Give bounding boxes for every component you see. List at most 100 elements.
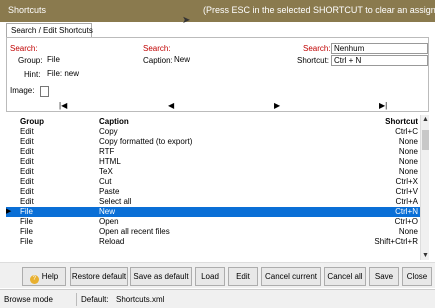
search-label-1: Search: xyxy=(10,44,38,53)
row-shortcut-cell: Ctrl+A xyxy=(395,197,418,206)
row-group-cell: File xyxy=(20,217,33,226)
column-header-shortcut[interactable]: Shortcut xyxy=(385,117,418,126)
hint-field[interactable]: File: new xyxy=(45,69,428,80)
image-file-icon[interactable] xyxy=(40,86,49,97)
table-row[interactable]: File Open all recent files None xyxy=(6,227,420,237)
row-shortcut-cell: Ctrl+X xyxy=(395,177,418,186)
scroll-down-icon[interactable]: ▼ xyxy=(422,252,429,259)
search-label-3: Search: xyxy=(303,44,331,53)
row-caption-cell: Cut xyxy=(99,177,112,186)
help-button[interactable]: ? Help xyxy=(22,267,66,286)
row-caption-cell: Copy xyxy=(99,127,118,136)
row-caption-cell: HTML xyxy=(99,157,121,166)
search-input-3[interactable]: Nenhum xyxy=(331,43,428,54)
row-group-cell: File xyxy=(20,207,33,216)
table-row[interactable]: Edit Paste Ctrl+V xyxy=(6,187,420,197)
nav-last-button[interactable]: ▶| xyxy=(379,101,387,110)
window-titlebar[interactable]: Shortcuts (Press ESC in the selected SHO… xyxy=(0,0,435,26)
table-row[interactable]: Edit RTF None xyxy=(6,147,420,157)
table-row[interactable]: Edit Copy formatted (to export) None xyxy=(6,137,420,147)
row-shortcut-cell: None xyxy=(398,157,418,166)
cancel-all-button[interactable]: Cancel all xyxy=(324,267,366,286)
row-shortcut-cell: Ctrl+C xyxy=(395,127,418,136)
row-shortcut-cell: None xyxy=(398,137,418,146)
shortcut-label: Shortcut: xyxy=(297,56,330,65)
table-scrollbar[interactable]: ▲ ▼ xyxy=(420,115,429,260)
status-bar: Browse mode Default: Shortcuts.xml xyxy=(0,289,435,308)
close-button[interactable]: Close xyxy=(402,267,432,286)
save-button[interactable]: Save xyxy=(369,267,399,286)
table-row[interactable]: ▶ File New Ctrl+N xyxy=(6,207,420,217)
restore-default-button[interactable]: Restore default xyxy=(70,267,128,286)
row-shortcut-cell: None xyxy=(398,167,418,176)
row-caption-cell: New xyxy=(99,207,116,216)
table-row[interactable]: Edit TeX None xyxy=(6,167,420,177)
scroll-up-icon[interactable]: ▲ xyxy=(422,116,429,123)
group-field[interactable]: File xyxy=(45,55,135,66)
image-label: Image: xyxy=(10,86,35,95)
row-group-cell: Edit xyxy=(20,127,34,136)
row-caption-cell: Reload xyxy=(99,237,125,246)
row-group-cell: Edit xyxy=(20,197,34,206)
tab-search-edit-shortcuts[interactable]: Search / Edit Shortcuts xyxy=(6,23,93,37)
status-default-label: Default: xyxy=(81,295,109,304)
column-header-group[interactable]: Group xyxy=(20,117,44,126)
nav-first-button[interactable]: |◀ xyxy=(59,101,67,110)
search-input-2[interactable] xyxy=(172,43,277,54)
row-caption-cell: Select all xyxy=(99,197,132,206)
row-group-cell: Edit xyxy=(20,177,34,186)
row-shortcut-cell: Shift+Ctrl+R xyxy=(374,237,418,246)
nav-next-button[interactable]: ▶ xyxy=(274,101,280,110)
row-group-cell: Edit xyxy=(20,137,34,146)
row-shortcut-cell: None xyxy=(398,147,418,156)
group-label: Group: xyxy=(18,56,43,65)
row-caption-cell: Paste xyxy=(99,187,120,196)
status-separator xyxy=(76,293,77,306)
save-as-default-button[interactable]: Save as default xyxy=(130,267,192,286)
caption-field[interactable]: New xyxy=(172,55,277,66)
row-shortcut-cell: Ctrl+N xyxy=(395,207,418,216)
row-group-cell: File xyxy=(20,237,33,246)
help-button-label: Help xyxy=(41,272,59,281)
column-header-caption[interactable]: Caption xyxy=(99,117,129,126)
search-input-1[interactable] xyxy=(40,43,135,54)
window-title: Shortcuts xyxy=(8,5,47,15)
load-button[interactable]: Load xyxy=(195,267,225,286)
row-shortcut-cell: Ctrl+V xyxy=(395,187,418,196)
shortcut-field[interactable]: Ctrl + N xyxy=(331,55,428,66)
table-row[interactable]: File Open Ctrl+O xyxy=(6,217,420,227)
caption-label: Caption: xyxy=(143,56,173,65)
window-hint: (Press ESC in the selected SHORTCUT to c… xyxy=(203,5,435,15)
help-icon: ? xyxy=(29,275,39,284)
mouse-cursor-icon: ➤ xyxy=(182,15,191,26)
hint-label: Hint: xyxy=(24,70,41,79)
table-row[interactable]: Edit Cut Ctrl+X xyxy=(6,177,420,187)
status-default-file: Shortcuts.xml xyxy=(116,295,165,304)
row-group-cell: Edit xyxy=(20,157,34,166)
row-shortcut-cell: Ctrl+O xyxy=(394,217,418,226)
row-group-cell: Edit xyxy=(20,187,34,196)
nav-prev-button[interactable]: ◀ xyxy=(168,101,174,110)
row-caption-cell: Copy formatted (to export) xyxy=(99,137,193,146)
button-bar: ? Help Restore default Save as default Lo… xyxy=(0,262,435,288)
row-caption-cell: Open all recent files xyxy=(99,227,170,236)
table-row[interactable]: Edit Copy Ctrl+C xyxy=(6,127,420,137)
table-row[interactable]: Edit HTML None xyxy=(6,157,420,167)
record-navigator: |◀ ◀ ▶ ▶| xyxy=(6,100,429,112)
row-caption-cell: RTF xyxy=(99,147,115,156)
edit-button[interactable]: Edit xyxy=(228,267,258,286)
row-pointer-icon: ▶ xyxy=(6,208,12,215)
row-caption-cell: TeX xyxy=(99,167,113,176)
cancel-current-button[interactable]: Cancel current xyxy=(261,267,321,286)
table-header: Group Caption Shortcut xyxy=(6,115,429,127)
row-group-cell: File xyxy=(20,227,33,236)
scroll-thumb[interactable] xyxy=(422,130,429,150)
row-shortcut-cell: None xyxy=(398,227,418,236)
row-group-cell: Edit xyxy=(20,147,34,156)
table-row[interactable]: File Reload Shift+Ctrl+R xyxy=(6,237,420,247)
table-row[interactable]: Edit Select all Ctrl+A xyxy=(6,197,420,207)
row-group-cell: Edit xyxy=(20,167,34,176)
shortcuts-table[interactable]: Edit Copy Ctrl+C Edit Copy formatted (to exp… xyxy=(6,127,420,260)
row-caption-cell: Open xyxy=(99,217,119,226)
search-label-2: Search: xyxy=(143,44,171,53)
